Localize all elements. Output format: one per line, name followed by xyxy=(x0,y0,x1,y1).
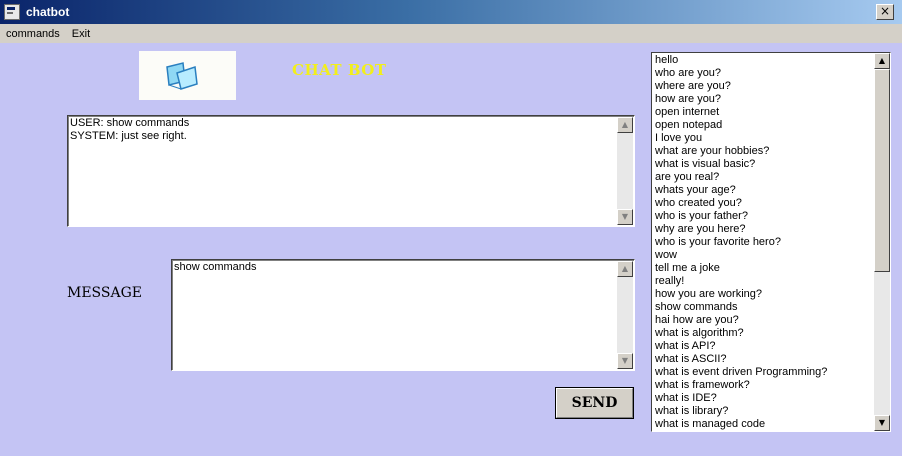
chat-logo-icon xyxy=(139,51,236,100)
scroll-thumb[interactable] xyxy=(874,69,890,272)
list-item[interactable]: how are you? xyxy=(655,93,872,106)
list-item[interactable]: who is your favorite hero? xyxy=(655,236,872,249)
list-item[interactable]: what is ASCII? xyxy=(655,353,872,366)
arrow-up-icon[interactable]: ▲ xyxy=(874,53,890,69)
list-item[interactable]: what is algorithm? xyxy=(655,327,872,340)
message-scrollbar[interactable]: ▲ ▼ xyxy=(617,261,633,369)
form-body: CHAT BOT USER: show commands SYSTEM: just… xyxy=(0,43,902,456)
title-bar[interactable]: chatbot × xyxy=(0,0,902,24)
commands-list: hello who are you? where are you? how are y… xyxy=(655,54,872,431)
list-item[interactable]: show commands xyxy=(655,301,872,314)
chat-log-content: USER: show commands SYSTEM: just see righ… xyxy=(70,117,614,143)
list-item[interactable]: open notepad xyxy=(655,119,872,132)
arrow-down-icon[interactable]: ▼ xyxy=(874,415,890,431)
chat-log-line: SYSTEM: just see right. xyxy=(70,130,187,142)
message-input-value: show commands xyxy=(174,261,257,273)
chat-log-textarea[interactable]: USER: show commands SYSTEM: just see righ… xyxy=(67,115,635,227)
close-button[interactable]: × xyxy=(876,4,894,20)
menu-commands[interactable]: commands xyxy=(0,28,66,40)
list-item[interactable]: where are you? xyxy=(655,80,872,93)
list-item[interactable]: what is IDE? xyxy=(655,392,872,405)
list-item[interactable]: what is library? xyxy=(655,405,872,418)
list-item[interactable]: who are you? xyxy=(655,67,872,80)
list-item[interactable]: hello xyxy=(655,54,872,67)
list-item[interactable]: how you are working? xyxy=(655,288,872,301)
list-item[interactable]: what is framework? xyxy=(655,379,872,392)
list-item[interactable]: what is visual basic? xyxy=(655,158,872,171)
menu-exit[interactable]: Exit xyxy=(66,28,96,40)
list-item[interactable]: who is your father? xyxy=(655,210,872,223)
list-item[interactable]: tell me a joke xyxy=(655,262,872,275)
commands-scrollbar[interactable]: ▲ ▼ xyxy=(874,53,890,431)
arrow-up-icon[interactable]: ▲ xyxy=(617,117,633,133)
window-title: chatbot xyxy=(26,5,70,19)
app-heading: CHAT BOT xyxy=(292,61,387,79)
list-item[interactable]: whats your age? xyxy=(655,184,872,197)
list-item[interactable]: wow xyxy=(655,249,872,262)
menu-bar: commands Exit xyxy=(0,24,902,43)
arrow-down-icon[interactable]: ▼ xyxy=(617,209,633,225)
send-button[interactable]: SEND xyxy=(555,387,634,419)
list-item[interactable]: really! xyxy=(655,275,872,288)
chat-log-scrollbar[interactable]: ▲ ▼ xyxy=(617,117,633,225)
list-item[interactable]: hai how are you? xyxy=(655,314,872,327)
list-item[interactable]: I love you xyxy=(655,132,872,145)
message-label: MESSAGE xyxy=(67,285,143,301)
arrow-down-icon[interactable]: ▼ xyxy=(617,353,633,369)
chat-log-line: USER: show commands xyxy=(70,117,190,129)
list-item[interactable]: what is managed code xyxy=(655,418,872,431)
chatbot-window: chatbot × commands Exit CHAT BOT USER: s… xyxy=(0,0,902,456)
commands-listbox[interactable]: hello who are you? where are you? how are y… xyxy=(651,52,891,432)
list-item[interactable]: what are your hobbies? xyxy=(655,145,872,158)
arrow-up-icon[interactable]: ▲ xyxy=(617,261,633,277)
list-item[interactable]: why are you here? xyxy=(655,223,872,236)
message-textarea[interactable]: show commands ▲ ▼ xyxy=(171,259,635,371)
list-item[interactable]: what is API? xyxy=(655,340,872,353)
list-item[interactable]: what is event driven Programming? xyxy=(655,366,872,379)
list-item[interactable]: open internet xyxy=(655,106,872,119)
app-window-icon[interactable] xyxy=(4,4,20,20)
list-item[interactable]: are you real? xyxy=(655,171,872,184)
list-item[interactable]: who created you? xyxy=(655,197,872,210)
